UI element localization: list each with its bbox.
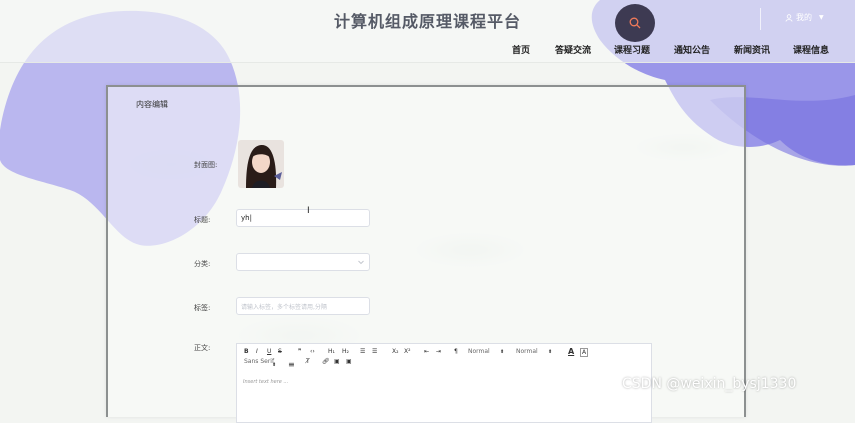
quote-icon[interactable]: ❞ <box>298 348 301 355</box>
header-divider <box>760 8 761 30</box>
nav-item-qa[interactable]: 答疑交流 <box>555 43 591 56</box>
chevron-updown-icon: ⬍ <box>500 349 505 355</box>
category-select[interactable] <box>236 253 370 271</box>
tags-input-placeholder: 请输入标签，多个标签请用,分隔 <box>241 303 327 311</box>
h1-icon[interactable]: H₁ <box>328 348 335 355</box>
main-nav: 首页 答疑交流 课程习题 通知公告 新闻资讯 课程信息 <box>0 43 855 57</box>
cover-image[interactable] <box>238 140 284 188</box>
chevron-updown-icon: ⬍ <box>548 349 553 355</box>
nav-item-course-info[interactable]: 课程信息 <box>793 43 829 56</box>
panel-title: 内容编辑 <box>136 100 168 109</box>
site-header: 计算机组成原理课程平台 我的 ▼ 首页 答疑交流 课程习题 通知公告 新闻资讯 … <box>0 0 855 63</box>
user-icon <box>785 13 793 22</box>
outdent-icon[interactable]: ⇤ <box>424 348 429 355</box>
size-select[interactable]: Normal <box>516 348 538 355</box>
italic-icon[interactable]: I <box>256 348 258 355</box>
font-family-select[interactable]: Sans Serif <box>244 358 274 365</box>
clear-format-icon[interactable]: T̸ <box>306 358 310 365</box>
watermark: CSDN @weixin_bysj1330 <box>622 376 797 392</box>
nav-item-notices[interactable]: 通知公告 <box>674 43 710 56</box>
title-label: 标题: <box>194 216 211 224</box>
site-title: 计算机组成原理课程平台 <box>333 12 521 31</box>
editor-toolbar: B I U S ❞ ‹› H₁ H₂ ☰ ☰ X₂ X² ⇤ ⇥ ¶ Norma… <box>242 347 647 372</box>
user-menu[interactable]: 我的 ▼ <box>785 12 824 23</box>
link-icon[interactable]: 🔗︎ <box>322 358 330 365</box>
text-direction-icon[interactable]: ¶ <box>454 348 458 355</box>
text-cursor-icon: I <box>307 206 310 216</box>
ordered-list-icon[interactable]: ☰ <box>360 348 365 355</box>
search-icon <box>629 17 641 29</box>
rich-text-editor[interactable]: B I U S ❞ ‹› H₁ H₂ ☰ ☰ X₂ X² ⇤ ⇥ ¶ Norma… <box>236 343 652 423</box>
tags-input[interactable]: 请输入标签，多个标签请用,分隔 <box>236 297 370 315</box>
title-input-value: yh| <box>241 214 252 222</box>
editor-content[interactable]: Insert text here ... <box>243 379 288 385</box>
nav-item-exercises[interactable]: 课程习题 <box>614 43 650 56</box>
underline-icon[interactable]: U <box>267 348 271 355</box>
superscript-icon[interactable]: X² <box>404 348 411 355</box>
h2-icon[interactable]: H₂ <box>342 348 349 355</box>
search-button[interactable] <box>615 4 655 42</box>
title-input[interactable]: yh| <box>236 209 370 227</box>
heading-select[interactable]: Normal <box>468 348 490 355</box>
background-color-icon[interactable]: A <box>580 348 589 357</box>
cover-photo <box>238 140 284 188</box>
chevron-updown-icon: ⬍ <box>272 362 277 368</box>
nav-item-news[interactable]: 新闻资讯 <box>734 43 770 56</box>
content-edit-panel: 内容编辑 封面图: 标题: yh| 分类: 标签: 请输入标签，多个标签请用,分… <box>106 85 746 423</box>
subscript-icon[interactable]: X₂ <box>392 348 399 355</box>
cover-label: 封面图: <box>194 161 218 169</box>
bullet-list-icon[interactable]: ☰ <box>372 348 377 355</box>
user-menu-label: 我的 <box>796 13 812 22</box>
code-icon[interactable]: ‹› <box>310 348 315 355</box>
category-label: 分类: <box>194 260 211 268</box>
bold-icon[interactable]: B <box>244 348 249 355</box>
strike-icon[interactable]: S <box>278 348 282 355</box>
indent-icon[interactable]: ⇥ <box>436 348 441 355</box>
image-icon[interactable]: ▣ <box>334 358 340 365</box>
body-label: 正文: <box>194 344 211 352</box>
font-color-icon[interactable]: A <box>568 347 574 356</box>
chevron-down-icon: ▼ <box>819 14 824 21</box>
align-icon[interactable]: ≡ <box>288 360 295 369</box>
chevron-down-icon <box>358 260 364 265</box>
tags-label: 标签: <box>194 304 211 312</box>
video-icon[interactable]: ▣ <box>346 358 352 365</box>
nav-item-home[interactable]: 首页 <box>512 43 530 56</box>
